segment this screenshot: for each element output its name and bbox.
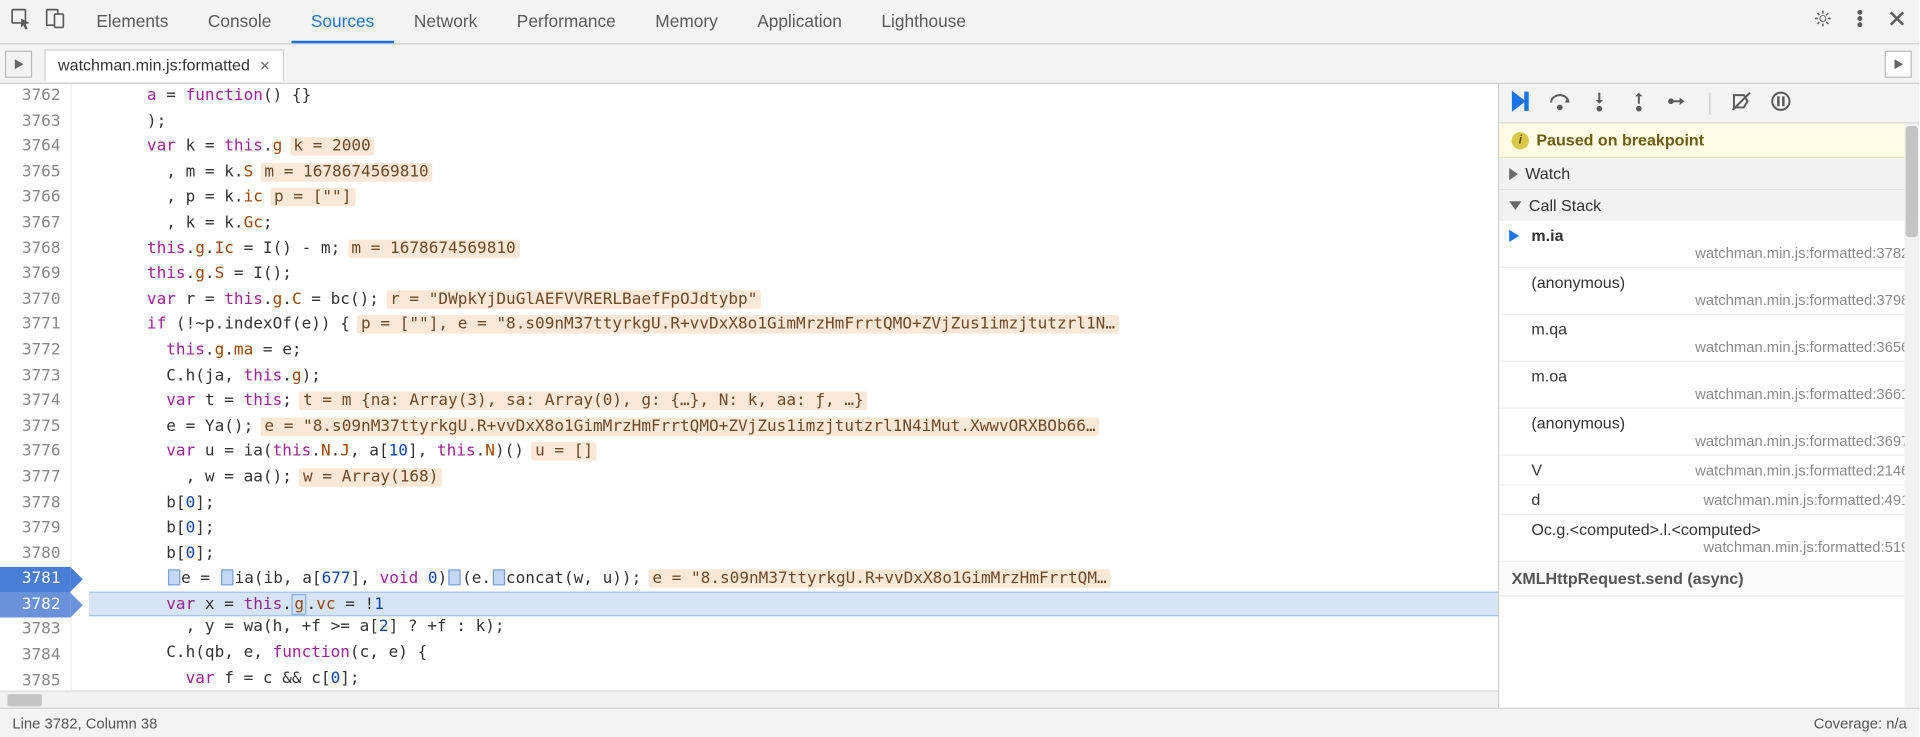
call-stack-frame[interactable]: Oc.g.<computed>.l.<computed>watchman.min… xyxy=(1499,515,1919,562)
tab-elements[interactable]: Elements xyxy=(77,0,189,43)
code-line[interactable]: , p = k.icp = [""] xyxy=(89,186,1498,211)
code-line[interactable]: if (!~p.indexOf(e)) {p = [""], e = "8.s0… xyxy=(89,313,1498,338)
code-line[interactable]: var r = this.g.C = bc();r = "DWpkYjDuGlA… xyxy=(89,287,1498,312)
chevron-down-icon xyxy=(1509,201,1521,210)
line-number[interactable]: 3769 xyxy=(0,262,70,287)
call-stack-frame[interactable]: (anonymous)watchman.min.js:formatted:379… xyxy=(1499,268,1919,315)
line-number[interactable]: 3782 xyxy=(0,593,70,618)
device-toggle-icon[interactable] xyxy=(44,7,66,35)
deactivate-breakpoints-icon[interactable] xyxy=(1730,90,1752,116)
callstack-section-header[interactable]: Call Stack xyxy=(1499,190,1919,221)
file-tab[interactable]: watchman.min.js:formatted × xyxy=(44,49,283,81)
line-number[interactable]: 3785 xyxy=(0,669,70,690)
code-line[interactable]: b[0]; xyxy=(89,491,1498,516)
code-line[interactable]: , k = k.Gc; xyxy=(89,211,1498,236)
more-menu-icon[interactable] xyxy=(1850,9,1870,35)
line-number[interactable]: 3783 xyxy=(0,618,70,643)
chevron-right-icon xyxy=(1509,167,1518,179)
inspect-icon[interactable] xyxy=(10,7,32,35)
code-line[interactable]: this.g.ma = e; xyxy=(89,338,1498,363)
run-snippet-icon[interactable] xyxy=(1885,50,1912,77)
code-line[interactable]: C.h(ja, this.g); xyxy=(89,364,1498,389)
line-number[interactable]: 3780 xyxy=(0,542,70,567)
line-number[interactable]: 3765 xyxy=(0,160,70,185)
async-divider: XMLHttpRequest.send (async) xyxy=(1499,562,1919,595)
code-line[interactable]: ); xyxy=(89,109,1498,134)
paused-message: Paused on breakpoint xyxy=(1536,131,1704,150)
code-line[interactable]: this.g.S = I(); xyxy=(89,262,1498,287)
line-number[interactable]: 3778 xyxy=(0,491,70,516)
code-line[interactable]: e = Ya();e = "8.s09nM37ttyrkgU.R+vvDxX8o… xyxy=(89,415,1498,440)
tab-lighthouse[interactable]: Lighthouse xyxy=(862,0,986,43)
line-number[interactable]: 3768 xyxy=(0,237,70,262)
horizontal-scrollbar[interactable] xyxy=(0,690,1498,707)
resume-icon[interactable] xyxy=(1509,90,1531,116)
tab-memory[interactable]: Memory xyxy=(636,0,738,43)
close-tab-icon[interactable]: × xyxy=(260,55,270,75)
line-number[interactable]: 3784 xyxy=(0,644,70,669)
coverage-status: Coverage: n/a xyxy=(1814,714,1907,731)
line-number[interactable]: 3773 xyxy=(0,364,70,389)
line-number[interactable]: 3770 xyxy=(0,287,70,312)
status-bar: Line 3782, Column 38 Coverage: n/a xyxy=(0,708,1919,737)
line-number[interactable]: 3774 xyxy=(0,389,70,414)
tab-application[interactable]: Application xyxy=(738,0,862,43)
code-line[interactable]: b[0]; xyxy=(89,542,1498,567)
line-number[interactable]: 3766 xyxy=(0,186,70,211)
code-line[interactable]: b[0]; xyxy=(89,516,1498,541)
call-stack-frame[interactable]: dwatchman.min.js:formatted:491 xyxy=(1499,485,1919,515)
code-line[interactable]: , m = k.Sm = 1678674569810 xyxy=(89,160,1498,185)
line-number[interactable]: 3771 xyxy=(0,313,70,338)
code-line[interactable]: var x = this.g.vc = !1 xyxy=(89,591,1498,616)
line-number[interactable]: 3775 xyxy=(0,415,70,440)
call-stack-frame[interactable]: m.qawatchman.min.js:formatted:3656 xyxy=(1499,315,1919,362)
call-stack-frame[interactable]: m.oawatchman.min.js:formatted:3661 xyxy=(1499,362,1919,409)
code-editor[interactable]: 3762376337643765376637673768376937703771… xyxy=(0,84,1499,708)
step-into-icon[interactable] xyxy=(1588,90,1610,116)
tab-sources[interactable]: Sources xyxy=(291,0,394,43)
line-number[interactable]: 3772 xyxy=(0,338,70,363)
debugger-toolbar xyxy=(1499,84,1919,124)
close-devtools-icon[interactable] xyxy=(1887,9,1907,35)
watch-section-header[interactable]: Watch xyxy=(1499,158,1919,189)
line-number[interactable]: 3779 xyxy=(0,516,70,541)
line-number[interactable]: 3776 xyxy=(0,440,70,465)
call-stack-frame[interactable]: (anonymous)watchman.min.js:formatted:369… xyxy=(1499,409,1919,456)
debugger-panel: i Paused on breakpoint Watch Call Stack … xyxy=(1499,84,1919,708)
code-line[interactable]: , w = aa();w = Array(168) xyxy=(89,465,1498,490)
code-line[interactable]: var f = c && c[0]; xyxy=(89,666,1498,690)
file-tab-name: watchman.min.js:formatted xyxy=(58,56,250,75)
step-out-icon[interactable] xyxy=(1628,90,1650,116)
code-line[interactable]: C.h(qb, e, function(c, e) { xyxy=(89,641,1498,666)
code-line[interactable]: , y = wa(h, +f >= a[2] ? +f : k); xyxy=(89,616,1498,641)
cursor-position: Line 3782, Column 38 xyxy=(12,714,157,731)
line-number[interactable]: 3762 xyxy=(0,84,70,109)
settings-icon[interactable] xyxy=(1813,9,1833,35)
step-over-icon[interactable] xyxy=(1549,90,1571,116)
call-stack-frame[interactable]: m.iawatchman.min.js:formatted:3782 xyxy=(1499,221,1919,268)
code-line[interactable]: var u = ia(this.N.J, a[10], this.N)()u =… xyxy=(89,440,1498,465)
file-tab-bar: watchman.min.js:formatted × xyxy=(0,44,1919,84)
vertical-scrollbar[interactable] xyxy=(1904,124,1919,708)
devtools-top-tabs: ElementsConsoleSourcesNetworkPerformance… xyxy=(0,0,1919,44)
code-line[interactable]: this.g.Ic = I() - m;m = 1678674569810 xyxy=(89,237,1498,262)
navigator-toggle-icon[interactable] xyxy=(5,50,32,77)
paused-banner: i Paused on breakpoint xyxy=(1499,124,1919,159)
code-line[interactable]: e = ia(ib, a[677], void 0)(e.concat(w, u… xyxy=(89,567,1498,592)
call-stack-frame[interactable]: Vwatchman.min.js:formatted:2146 xyxy=(1499,456,1919,486)
line-number[interactable]: 3767 xyxy=(0,211,70,236)
info-icon: i xyxy=(1512,132,1529,149)
step-icon[interactable] xyxy=(1667,90,1689,116)
code-line[interactable]: a = function() {} xyxy=(89,84,1498,109)
code-line[interactable]: var t = this;t = m {na: Array(3), sa: Ar… xyxy=(89,389,1498,414)
line-number[interactable]: 3763 xyxy=(0,109,70,134)
code-line[interactable]: var k = this.gk = 2000 xyxy=(89,135,1498,160)
pause-on-exceptions-icon[interactable] xyxy=(1770,90,1792,116)
tab-console[interactable]: Console xyxy=(188,0,291,43)
line-number[interactable]: 3764 xyxy=(0,135,70,160)
line-number[interactable]: 3781 xyxy=(0,567,70,592)
tab-network[interactable]: Network xyxy=(394,0,497,43)
line-number[interactable]: 3777 xyxy=(0,465,70,490)
tab-performance[interactable]: Performance xyxy=(497,0,636,43)
